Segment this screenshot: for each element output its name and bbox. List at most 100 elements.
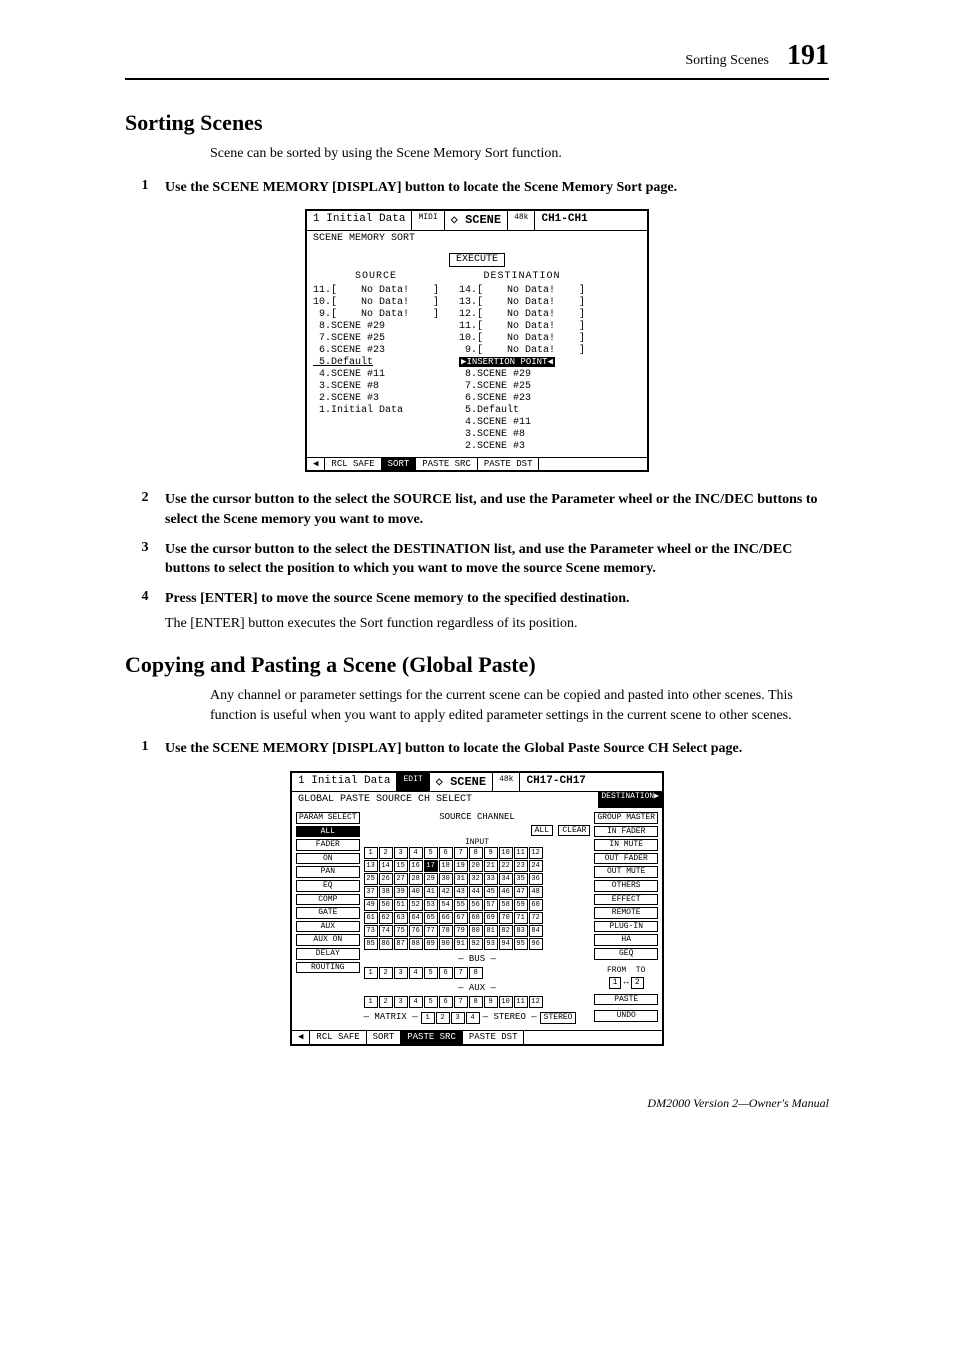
source-item[interactable]: 3.SCENE #8 (313, 381, 439, 393)
destination-item[interactable]: 8.SCENE #29 (459, 369, 585, 381)
channel-cell[interactable]: 3 (394, 996, 408, 1008)
channel-cell[interactable]: 56 (469, 899, 483, 911)
channel-cell[interactable]: 36 (529, 873, 543, 885)
destination-item[interactable]: 12.[ No Data! ] (459, 309, 585, 321)
destination-item[interactable]: 10.[ No Data! ] (459, 333, 585, 345)
channel-cell[interactable]: 3 (394, 847, 408, 859)
channel-cell[interactable]: 14 (379, 860, 393, 872)
channel-cell[interactable]: 26 (379, 873, 393, 885)
channel-cell[interactable]: 21 (484, 860, 498, 872)
channel-cell[interactable]: 9 (484, 996, 498, 1008)
param-button[interactable]: ROUTING (296, 962, 360, 974)
source-list[interactable]: 11.[ No Data! ]10.[ No Data! ] 9.[ No Da… (313, 285, 439, 417)
channel-cell[interactable]: 15 (394, 860, 408, 872)
channel-cell[interactable]: 54 (439, 899, 453, 911)
channel-cell[interactable]: 6 (439, 847, 453, 859)
param-button[interactable]: COMP (296, 894, 360, 906)
channel-cell[interactable]: 34 (499, 873, 513, 885)
tab[interactable]: SORT (367, 1031, 402, 1044)
source-item[interactable]: 11.[ No Data! ] (313, 285, 439, 297)
source-item[interactable]: 5.Default (313, 357, 439, 369)
group-button[interactable]: HA (594, 934, 658, 946)
channel-cell[interactable]: 19 (454, 860, 468, 872)
group-button[interactable]: OUT FADER (594, 853, 658, 865)
source-item[interactable]: 9.[ No Data! ] (313, 309, 439, 321)
tab[interactable]: PASTE DST (463, 1031, 525, 1044)
channel-cell[interactable]: 39 (394, 886, 408, 898)
channel-cell[interactable]: 1 (364, 967, 378, 979)
input-grid[interactable]: 1234567891011121314151617181920212223242… (364, 847, 591, 950)
group-button[interactable]: REMOTE (594, 907, 658, 919)
destination-item[interactable]: 3.SCENE #8 (459, 429, 585, 441)
channel-cell[interactable]: 24 (529, 860, 543, 872)
stereo-button[interactable]: STEREO (540, 1012, 577, 1024)
channel-cell[interactable]: 72 (529, 912, 543, 924)
channel-cell[interactable]: 43 (454, 886, 468, 898)
aux-grid[interactable]: 123456789101112 (364, 996, 591, 1008)
channel-cell[interactable]: 5 (424, 996, 438, 1008)
channel-cell[interactable]: 1 (364, 996, 378, 1008)
channel-cell[interactable]: 89 (424, 938, 438, 950)
execute-button[interactable]: EXECUTE (449, 253, 505, 267)
from-value[interactable]: 1 (609, 977, 622, 989)
destination-item[interactable]: 2.SCENE #3 (459, 441, 585, 453)
channel-cell[interactable]: 16 (409, 860, 423, 872)
channel-cell[interactable]: 75 (394, 925, 408, 937)
channel-cell[interactable]: 91 (454, 938, 468, 950)
channel-cell[interactable]: 78 (439, 925, 453, 937)
source-item[interactable]: 2.SCENE #3 (313, 393, 439, 405)
group-button[interactable]: OUT MUTE (594, 866, 658, 878)
source-item[interactable]: 8.SCENE #29 (313, 321, 439, 333)
source-item[interactable]: 7.SCENE #25 (313, 333, 439, 345)
channel-cell[interactable]: 92 (469, 938, 483, 950)
channel-cell[interactable]: 23 (514, 860, 528, 872)
tab[interactable]: PASTE SRC (401, 1031, 463, 1044)
channel-cell[interactable]: 71 (514, 912, 528, 924)
to-value[interactable]: 2 (631, 977, 644, 989)
channel-cell[interactable]: 46 (499, 886, 513, 898)
destination-item[interactable]: 13.[ No Data! ] (459, 297, 585, 309)
channel-cell[interactable]: 7 (454, 967, 468, 979)
channel-cell[interactable]: 11 (514, 996, 528, 1008)
channel-cell[interactable]: 87 (394, 938, 408, 950)
bus-grid[interactable]: 12345678 (364, 967, 591, 979)
channel-cell[interactable]: 61 (364, 912, 378, 924)
destination-item[interactable]: 7.SCENE #25 (459, 381, 585, 393)
channel-cell[interactable]: 12 (529, 996, 543, 1008)
group-button[interactable]: IN FADER (594, 826, 658, 838)
channel-cell[interactable]: 95 (514, 938, 528, 950)
channel-cell[interactable]: 1 (364, 847, 378, 859)
channel-cell[interactable]: 69 (484, 912, 498, 924)
channel-cell[interactable]: 51 (394, 899, 408, 911)
channel-cell[interactable]: 5 (424, 967, 438, 979)
channel-cell[interactable]: 59 (514, 899, 528, 911)
channel-cell[interactable]: 37 (364, 886, 378, 898)
channel-cell[interactable]: 32 (469, 873, 483, 885)
channel-cell[interactable]: 58 (499, 899, 513, 911)
undo-button[interactable]: UNDO (594, 1010, 658, 1022)
channel-cell[interactable]: 62 (379, 912, 393, 924)
channel-cell[interactable]: 73 (364, 925, 378, 937)
channel-cell[interactable]: 66 (439, 912, 453, 924)
channel-cell[interactable]: 8 (469, 996, 483, 1008)
channel-cell[interactable]: 81 (484, 925, 498, 937)
channel-cell[interactable]: 2 (379, 847, 393, 859)
destination-item[interactable]: 14.[ No Data! ] (459, 285, 585, 297)
channel-cell[interactable]: 31 (454, 873, 468, 885)
channel-cell[interactable]: 40 (409, 886, 423, 898)
channel-cell[interactable]: 53 (424, 899, 438, 911)
channel-cell[interactable]: 86 (379, 938, 393, 950)
channel-cell[interactable]: 79 (454, 925, 468, 937)
lcd-tabs[interactable]: ◀RCL SAFESORTPASTE SRCPASTE DST (292, 1030, 662, 1044)
channel-cell[interactable]: 5 (424, 847, 438, 859)
channel-cell[interactable]: 4 (409, 996, 423, 1008)
channel-cell[interactable]: 10 (499, 996, 513, 1008)
channel-cell[interactable]: 74 (379, 925, 393, 937)
channel-cell[interactable]: 27 (394, 873, 408, 885)
channel-cell[interactable]: 77 (424, 925, 438, 937)
channel-cell[interactable]: 29 (424, 873, 438, 885)
source-item[interactable]: 6.SCENE #23 (313, 345, 439, 357)
channel-cell[interactable]: 94 (499, 938, 513, 950)
channel-cell[interactable]: 3 (394, 967, 408, 979)
clear-button[interactable]: CLEAR (558, 825, 590, 836)
